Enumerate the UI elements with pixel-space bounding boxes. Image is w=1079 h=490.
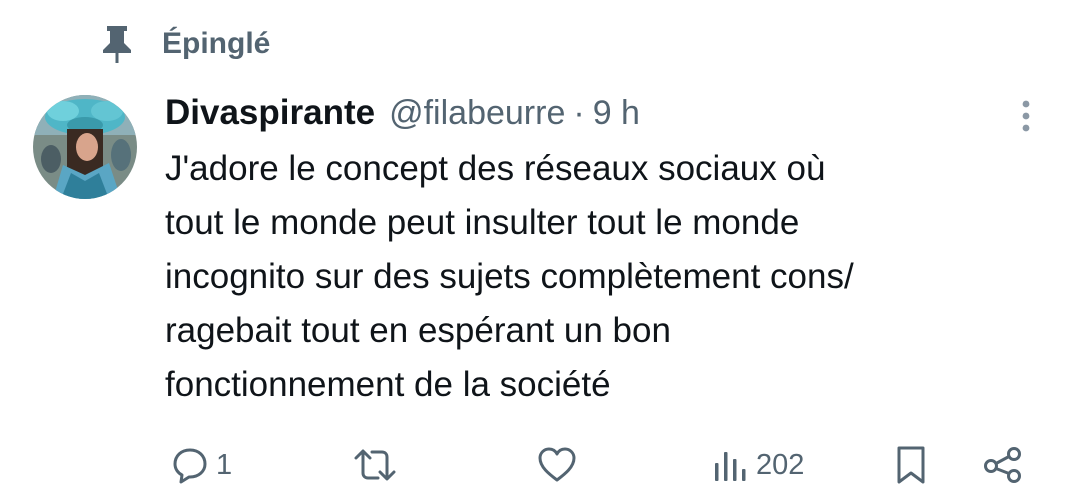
tweet-text-line: J'adore le concept des réseaux sociaux o… <box>165 149 826 188</box>
reply-count: 1 <box>216 448 233 481</box>
author-handle[interactable]: @filabeurre <box>389 94 565 133</box>
views-count: 202 <box>756 448 805 481</box>
more-options-button[interactable] <box>1014 96 1038 136</box>
views-icon <box>715 452 746 481</box>
tweet-timestamp[interactable]: 9 h <box>593 94 640 133</box>
share-button[interactable] <box>982 440 1024 490</box>
reply-button[interactable]: 1 <box>170 440 232 490</box>
tweet-text-line: fonctionnement de la société <box>165 365 611 404</box>
tweet-actions: 1 202 <box>0 440 1079 490</box>
more-vertical-icon <box>1022 100 1030 132</box>
tweet-text-line: incognito sur des sujets complètement co… <box>165 257 854 296</box>
views-button[interactable]: 202 <box>712 440 804 490</box>
tweet-text-line: ragebait tout en espérant un bon <box>165 311 671 350</box>
heart-icon <box>538 447 576 482</box>
retweet-icon <box>354 449 396 481</box>
bookmark-icon <box>897 446 925 484</box>
tweet-header: Divaspirante @filabeurre · 9 h <box>165 88 640 138</box>
retweet-button[interactable] <box>352 440 404 490</box>
author-display-name[interactable]: Divaspirante <box>165 93 375 133</box>
bookmark-button[interactable] <box>893 440 929 490</box>
avatar[interactable] <box>33 95 137 199</box>
pin-icon <box>100 24 134 64</box>
tweet-text: J'adore le concept des réseaux sociaux o… <box>165 142 1045 412</box>
share-icon <box>984 447 1021 483</box>
reply-icon <box>173 448 207 484</box>
separator-dot: · <box>573 93 585 132</box>
tweet-text-line: tout le monde peut insulter tout le mond… <box>165 203 800 242</box>
pinned-label: Épinglé <box>162 27 271 60</box>
pinned-indicator: Épinglé <box>100 22 270 66</box>
like-button[interactable] <box>536 440 584 490</box>
